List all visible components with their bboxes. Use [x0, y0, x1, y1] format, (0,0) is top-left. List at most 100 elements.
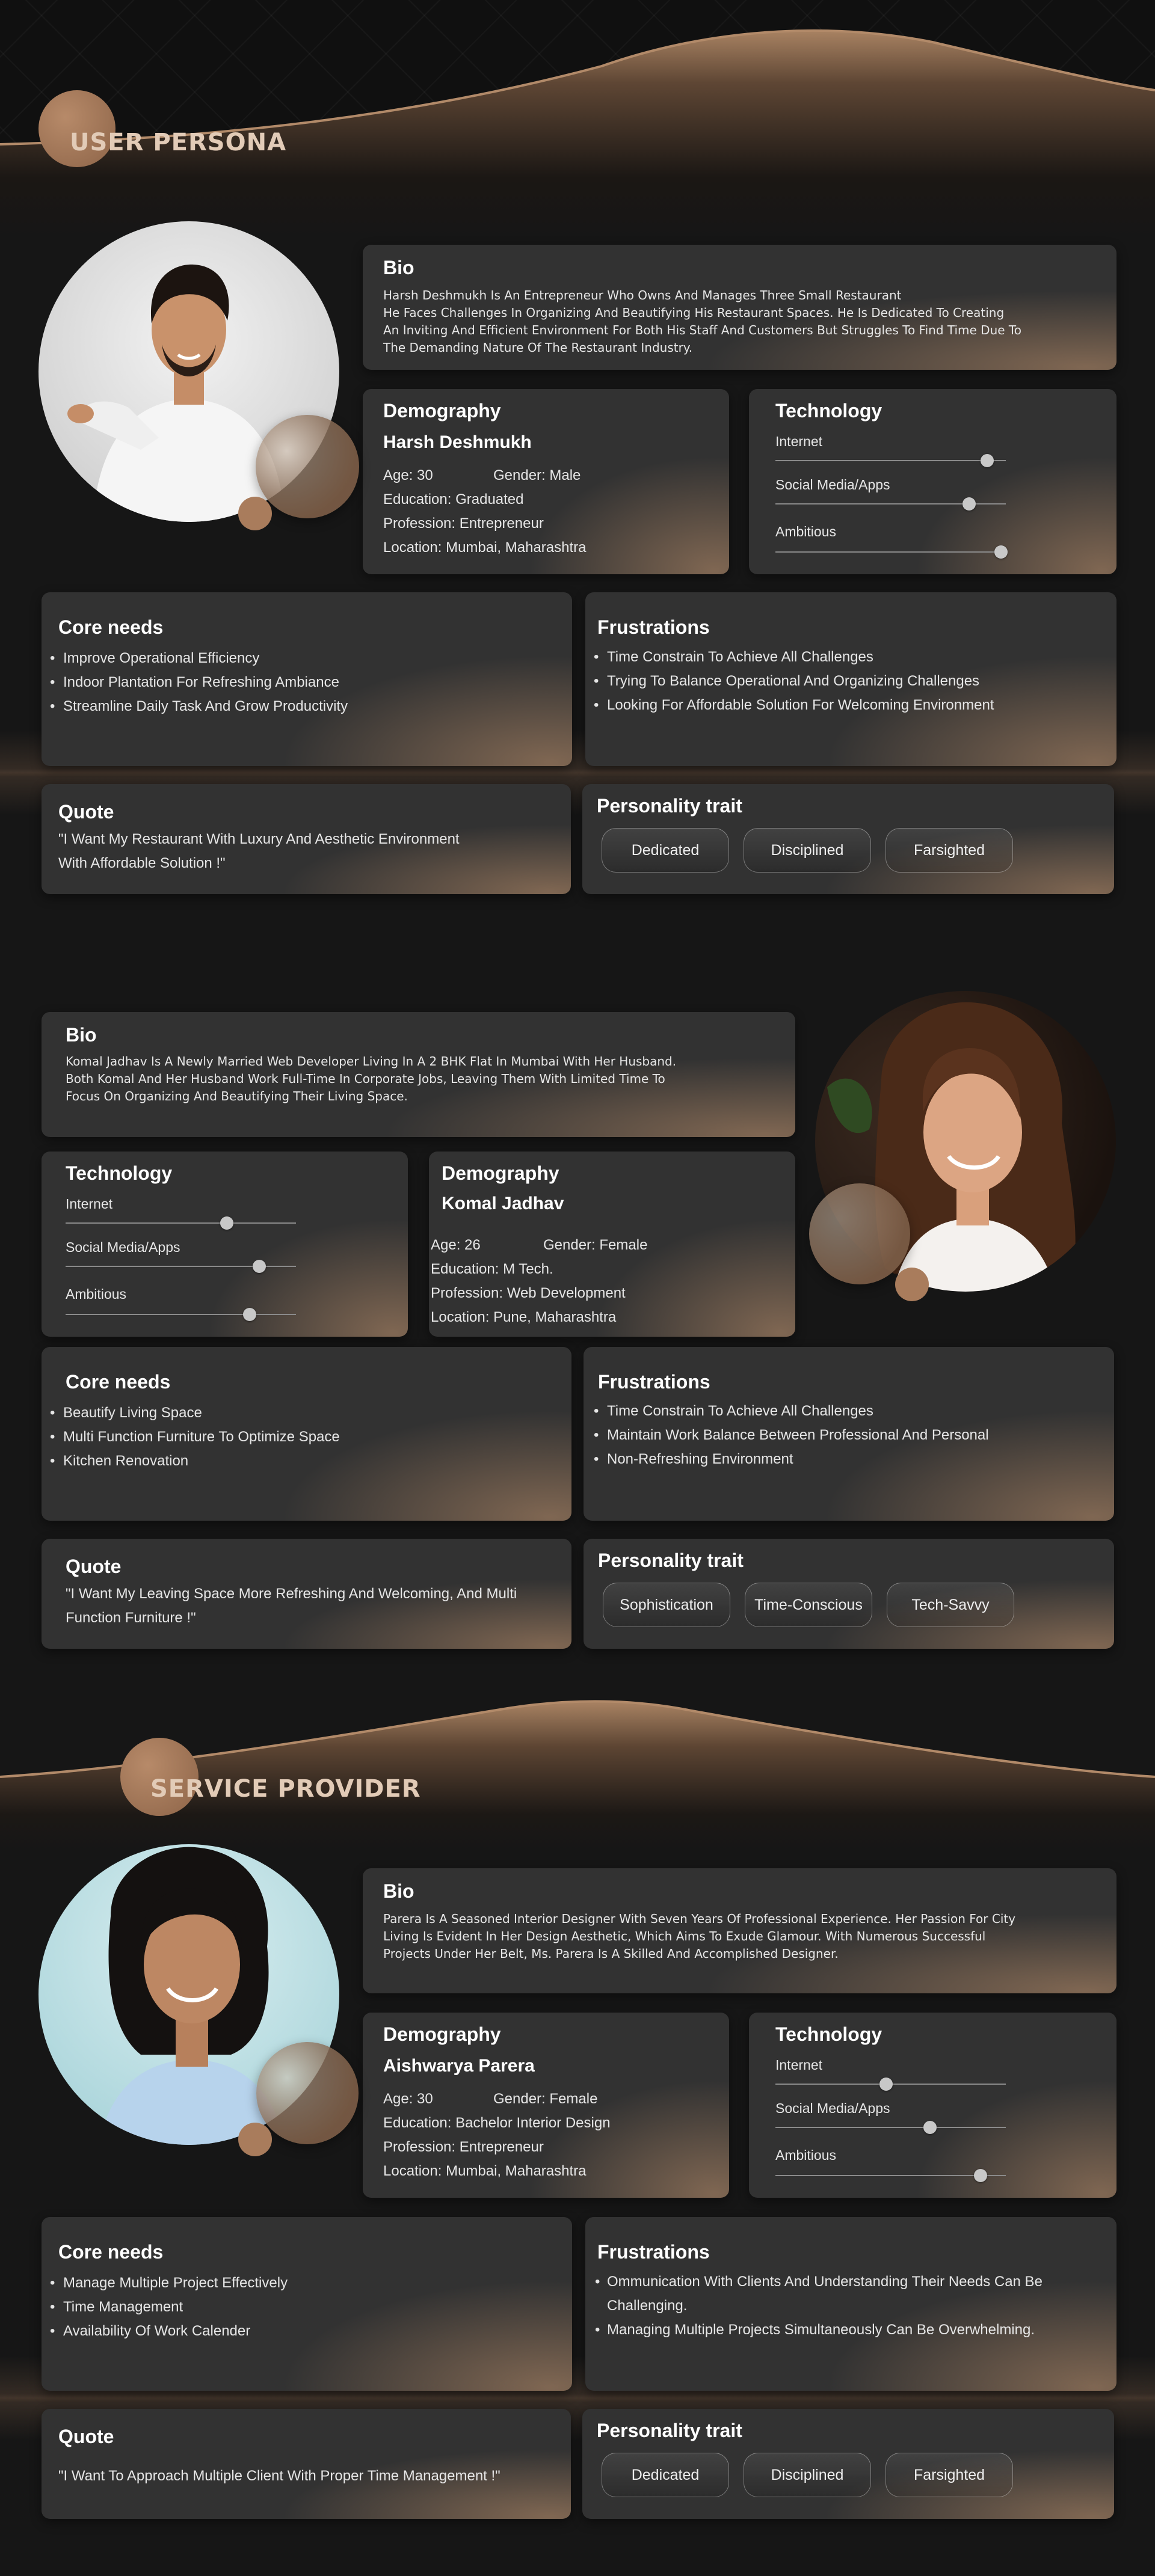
- list-item: Looking For Affordable Solution For Welc…: [585, 693, 994, 717]
- ambitious-label: Ambitious: [775, 524, 836, 539]
- core-needs-heading: Core needs: [66, 1371, 171, 1393]
- slider-knob[interactable]: [879, 2078, 893, 2091]
- personality-heading: Personality trait: [597, 2420, 742, 2441]
- core-needs-list: Improve Operational Efficiency Indoor Pl…: [42, 646, 348, 719]
- list-item: Time Constrain To Achieve All Challenges: [585, 645, 994, 669]
- frustrations-heading: Frustrations: [598, 1371, 710, 1393]
- ambitious-slider[interactable]: [775, 545, 1008, 559]
- list-item: Ommunication With Clients And Understand…: [594, 2270, 1111, 2318]
- technology-heading: Technology: [66, 1162, 173, 1184]
- trait-chip: Time-Conscious: [745, 1583, 872, 1627]
- slider-knob[interactable]: [981, 454, 994, 467]
- demography-card: Demography Harsh Deshmukh Age: 30 Gender…: [363, 389, 729, 574]
- slider-knob[interactable]: [973, 2169, 987, 2182]
- bio-line: Harsh Deshmukh Is An Entrepreneur Who Ow…: [383, 288, 902, 302]
- slider-knob[interactable]: [243, 1308, 257, 1321]
- internet-slider[interactable]: [775, 2078, 1006, 2091]
- personality-card: Personality trait Dedicated Disciplined …: [582, 2409, 1114, 2519]
- quote-heading: Quote: [58, 801, 114, 823]
- ambitious-slider[interactable]: [775, 2169, 1006, 2182]
- list-item: Availability Of Work Calender: [42, 2319, 288, 2343]
- list-item: Manage Multiple Project Effectively: [42, 2271, 288, 2295]
- bio-line: The Demanding Nature Of The Restaurant I…: [383, 340, 693, 355]
- quote-heading: Quote: [66, 1556, 122, 1577]
- ambitious-slider[interactable]: [66, 1308, 296, 1321]
- social-label: Social Media/Apps: [775, 477, 890, 492]
- frustrations-card: Frustrations Ommunication With Clients A…: [585, 2217, 1116, 2391]
- photo-dot-icon: [238, 497, 272, 530]
- technology-heading: Technology: [775, 400, 882, 422]
- social-slider[interactable]: [66, 1260, 296, 1273]
- core-needs-card: Core needs Improve Operational Efficienc…: [42, 592, 572, 766]
- frustrations-list: Time Constrain To Achieve All Challenges…: [585, 645, 994, 717]
- demography-heading: Demography: [383, 2023, 501, 2045]
- bio-line: Both Komal And Her Husband Work Full-Tim…: [66, 1072, 665, 1086]
- gender-value: Gender: Female: [493, 2091, 598, 2107]
- social-label: Social Media/Apps: [775, 2100, 890, 2116]
- list-item: Indoor Plantation For Refreshing Ambianc…: [42, 670, 348, 695]
- section-title-service-provider: SERVICE PROVIDER: [150, 1775, 421, 1803]
- personality-heading: Personality trait: [597, 795, 742, 817]
- trait-chip: Disciplined: [744, 2453, 871, 2497]
- photo-bubble-icon: [256, 2042, 359, 2144]
- internet-label: Internet: [775, 434, 822, 449]
- photo-dot-icon: [238, 2123, 272, 2156]
- technology-heading: Technology: [775, 2023, 882, 2045]
- list-item: Non-Refreshing Environment: [585, 1447, 989, 1471]
- internet-slider[interactable]: [66, 1216, 296, 1230]
- profession-value: Profession: Entrepreneur: [383, 515, 544, 532]
- bio-line: Focus On Organizing And Beautifying Thei…: [66, 1089, 408, 1103]
- slider-knob[interactable]: [923, 2121, 937, 2134]
- section-title-user-persona: USER PERSONA: [70, 129, 287, 156]
- quote-card: Quote "I Want To Approach Multiple Clien…: [42, 2409, 571, 2519]
- persona-name: Aishwarya Parera: [383, 2056, 535, 2076]
- demography-heading: Demography: [442, 1162, 559, 1184]
- gender-value: Gender: Male: [493, 467, 581, 483]
- trait-chip: Farsighted: [886, 2453, 1013, 2497]
- personality-heading: Personality trait: [598, 1550, 744, 1571]
- social-slider[interactable]: [775, 2121, 1006, 2134]
- core-needs-list: Manage Multiple Project Effectively Time…: [42, 2271, 288, 2343]
- bio-heading: Bio: [383, 1880, 414, 1902]
- technology-card: Technology Internet Social Media/Apps Am…: [42, 1152, 408, 1337]
- age-value: Age: 30: [383, 467, 433, 483]
- quote-line: "I Want My Leaving Space More Refreshing…: [66, 1586, 517, 1602]
- bio-line: Komal Jadhav Is A Newly Married Web Deve…: [66, 1054, 677, 1069]
- gender-value: Gender: Female: [543, 1237, 648, 1253]
- slider-knob[interactable]: [220, 1216, 234, 1230]
- social-label: Social Media/Apps: [66, 1239, 180, 1255]
- bio-line: An Inviting And Efficient Environment Fo…: [383, 323, 1021, 337]
- bio-card: Bio Komal Jadhav Is A Newly Married Web …: [42, 1012, 795, 1137]
- internet-label: Internet: [775, 2057, 822, 2073]
- technology-card: Technology Internet Social Media/Apps Am…: [749, 2013, 1116, 2198]
- quote-heading: Quote: [58, 2426, 114, 2447]
- bio-line: He Faces Challenges In Organizing And Be…: [383, 305, 1005, 320]
- frustrations-list: Time Constrain To Achieve All Challenges…: [585, 1399, 989, 1471]
- core-needs-card: Core needs Beautify Living Space Multi F…: [42, 1347, 571, 1521]
- list-item: Multi Function Furniture To Optimize Spa…: [42, 1425, 340, 1449]
- frustrations-card: Frustrations Time Constrain To Achieve A…: [584, 1347, 1114, 1521]
- internet-slider[interactable]: [775, 454, 1006, 467]
- bio-text: Komal Jadhav Is A Newly Married Web Deve…: [66, 1053, 676, 1105]
- slider-knob[interactable]: [994, 545, 1008, 559]
- trait-chip: Dedicated: [602, 2453, 729, 2497]
- quote-card: Quote "I Want My Restaurant With Luxury …: [42, 784, 571, 894]
- education-value: Education: M Tech.: [431, 1261, 553, 1277]
- personality-card: Personality trait Dedicated Disciplined …: [582, 784, 1114, 894]
- education-value: Education: Bachelor Interior Design: [383, 2115, 611, 2131]
- social-slider[interactable]: [775, 497, 1006, 511]
- frustrations-card: Frustrations Time Constrain To Achieve A…: [585, 592, 1116, 766]
- slider-knob[interactable]: [252, 1260, 266, 1273]
- list-item: Time Constrain To Achieve All Challenges: [585, 1399, 989, 1423]
- slider-knob[interactable]: [962, 497, 976, 511]
- ambitious-label: Ambitious: [775, 2147, 836, 2163]
- bio-text: Harsh Deshmukh Is An Entrepreneur Who Ow…: [383, 287, 1021, 357]
- list-item: Kitchen Renovation: [42, 1449, 340, 1473]
- demography-heading: Demography: [383, 400, 501, 422]
- bio-line: Living Is Evident In Her Design Aestheti…: [383, 1929, 986, 1943]
- core-needs-card: Core needs Manage Multiple Project Effec…: [42, 2217, 572, 2391]
- quote-card: Quote "I Want My Leaving Space More Refr…: [42, 1539, 571, 1649]
- bio-card: Bio Harsh Deshmukh Is An Entrepreneur Wh…: [363, 245, 1116, 370]
- profession-value: Profession: Entrepreneur: [383, 2139, 544, 2155]
- education-value: Education: Graduated: [383, 491, 524, 508]
